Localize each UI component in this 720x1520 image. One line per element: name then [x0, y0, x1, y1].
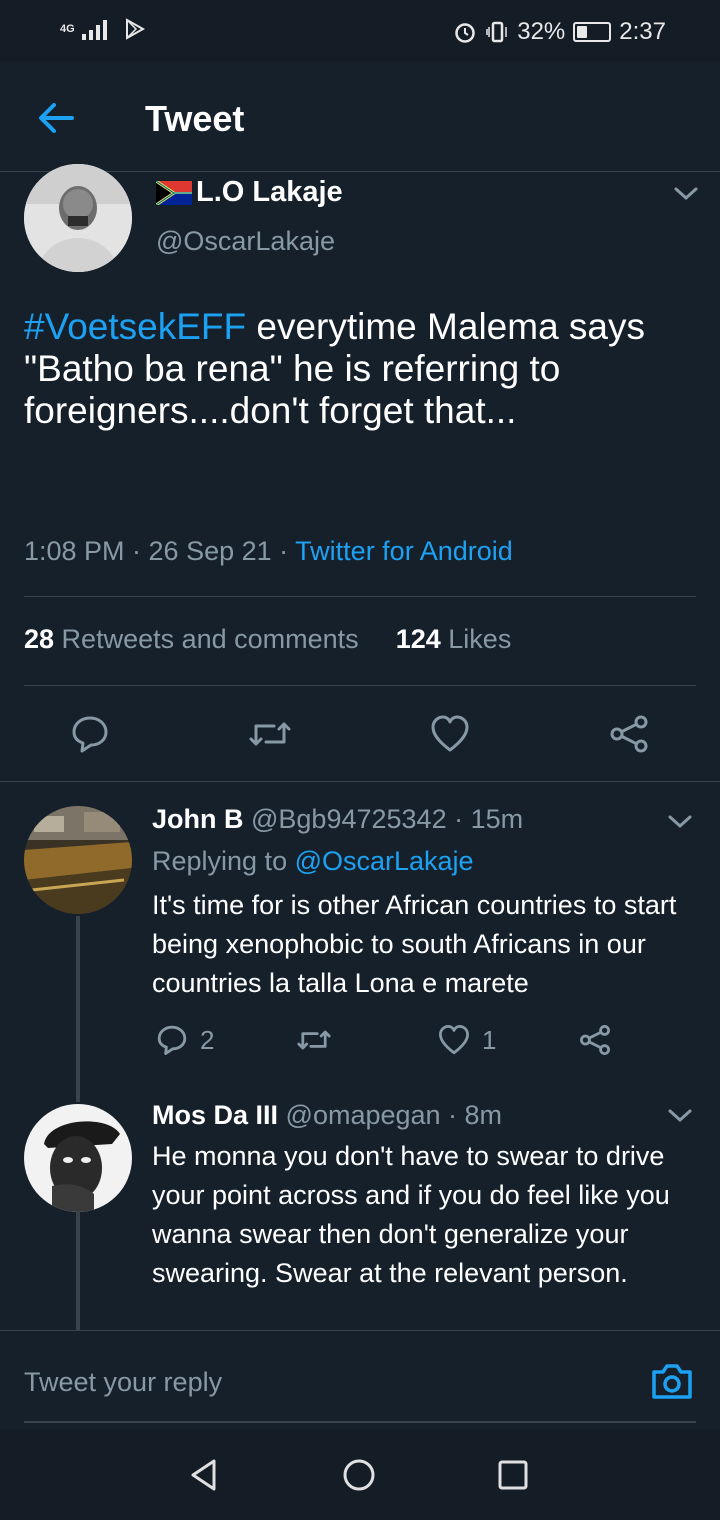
battery-percent: 32% — [517, 18, 566, 45]
reply-header: Mos Da III @omapegan · 8m — [152, 1100, 502, 1131]
chevron-down-icon[interactable] — [666, 812, 694, 832]
reply-button[interactable] — [70, 714, 110, 754]
share-icon — [610, 715, 648, 753]
retweets-count: 28 — [24, 624, 55, 654]
tweet-stats: 28 Retweets and comments 124 Likes — [24, 624, 511, 655]
battery-level — [577, 26, 587, 38]
retweets-label: Retweets and comments — [54, 624, 359, 654]
reply-composer: Tweet your reply — [0, 1330, 720, 1430]
reply-author-name[interactable]: Mos Da III — [152, 1100, 278, 1130]
tweet-timestamp: 1:08 PM · 26 Sep 21 · — [24, 536, 296, 566]
divider — [24, 685, 696, 686]
flag-icon — [156, 180, 192, 205]
reply-handle-time: @Bgb94725342 · 15m — [243, 804, 524, 834]
author-name[interactable]: L.O Lakaje — [156, 176, 343, 209]
play-store-icon — [126, 18, 146, 40]
tweet-meta: 1:08 PM · 26 Sep 21 · Twitter for Androi… — [24, 536, 513, 567]
reply-icon — [157, 1025, 187, 1055]
like-button[interactable]: 1 — [438, 1024, 496, 1056]
status-left: 4G — [60, 16, 146, 42]
nav-home-icon[interactable] — [342, 1458, 376, 1492]
retweet-button[interactable] — [248, 714, 292, 754]
tweet-source-link[interactable]: Twitter for Android — [295, 536, 513, 566]
replying-to: Replying to @OscarLakaje — [152, 846, 474, 877]
reply-input[interactable]: Tweet your reply — [24, 1367, 222, 1398]
reply-avatar[interactable] — [24, 806, 132, 914]
alarm-icon — [455, 23, 475, 43]
retweet-button[interactable] — [296, 1024, 332, 1056]
status-bar: 4G 32% 2:37 — [0, 0, 720, 62]
divider — [0, 781, 720, 782]
replying-prefix: Replying to — [152, 846, 295, 876]
camera-icon — [652, 1364, 692, 1399]
author-name-text: L.O Lakaje — [196, 176, 343, 208]
reply-text: He monna you don't have to swear to driv… — [152, 1141, 670, 1288]
status-right: 32% 2:37 — [453, 18, 666, 46]
thread-line — [76, 1212, 80, 1330]
vibrate-icon — [486, 21, 507, 43]
back-button[interactable] — [34, 98, 78, 138]
reply-icon — [72, 716, 108, 753]
tweet-text: #VoetsekEFF everytime Malema says "Batho… — [24, 306, 704, 432]
author-handle[interactable]: @OscarLakaje — [156, 226, 335, 257]
reply-count: 2 — [200, 1024, 215, 1055]
author-avatar[interactable] — [24, 164, 132, 272]
back-arrow-icon — [39, 103, 74, 133]
reply-header: John B @Bgb94725342 · 15m — [152, 804, 523, 835]
nav-recents-icon[interactable] — [496, 1458, 530, 1492]
reply-avatar[interactable] — [24, 1104, 132, 1212]
thread-line — [76, 916, 80, 1102]
hashtag-link[interactable]: #VoetsekEFF — [24, 306, 246, 347]
replying-to-link[interactable]: @OscarLakaje — [295, 846, 474, 876]
status-time: 2:37 — [619, 18, 666, 45]
retweets-stat[interactable]: 28 Retweets and comments — [24, 624, 359, 654]
reply-text: It's time for is other African countries… — [152, 890, 677, 998]
like-button[interactable] — [430, 714, 470, 754]
share-button[interactable] — [608, 714, 650, 754]
signal-icon — [82, 20, 107, 40]
camera-button[interactable] — [650, 1361, 694, 1401]
share-button[interactable] — [578, 1024, 612, 1056]
reply-author-name[interactable]: John B — [152, 804, 244, 834]
likes-count: 124 — [395, 624, 441, 654]
author-avatar-image — [24, 164, 132, 272]
chevron-down-icon[interactable] — [666, 1106, 694, 1126]
like-icon — [431, 715, 469, 752]
divider — [24, 596, 696, 597]
like-icon — [439, 1025, 469, 1055]
retweet-icon — [297, 1030, 331, 1050]
like-count: 1 — [482, 1024, 497, 1055]
reply-avatar-image — [24, 1104, 132, 1212]
retweet-icon — [249, 722, 291, 746]
reply-button[interactable]: 2 — [156, 1024, 214, 1056]
nav-back-icon[interactable] — [188, 1458, 222, 1492]
likes-stat[interactable]: 124 Likes — [396, 624, 512, 654]
network-type: 4G — [60, 23, 75, 35]
share-icon — [580, 1025, 610, 1055]
page-title: Tweet — [145, 98, 245, 139]
battery-icon — [573, 22, 612, 42]
reply-handle-time: @omapegan · 8m — [278, 1100, 503, 1130]
top-app-bar: Tweet — [0, 62, 720, 172]
composer-underline — [24, 1421, 696, 1423]
likes-label: Likes — [440, 624, 512, 654]
system-nav-bar — [0, 1430, 720, 1520]
chevron-down-icon[interactable] — [672, 184, 700, 204]
reply-avatar-image — [24, 806, 132, 914]
